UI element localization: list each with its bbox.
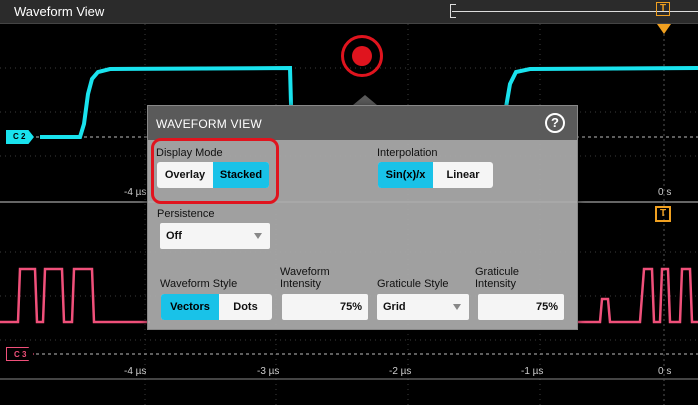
dialog-pointer: [353, 95, 377, 105]
dialog-title: WAVEFORM VIEW: [156, 117, 262, 131]
interpolation-toggle[interactable]: Sin(x)/x Linear: [378, 162, 493, 188]
trigger-indicator-icon[interactable]: T: [655, 206, 671, 222]
record-indicator-icon[interactable]: [341, 35, 383, 77]
graticule-intensity-field[interactable]: 75%: [478, 294, 564, 320]
lower-tick-label: -2 µs: [389, 366, 412, 377]
lower-tick-label: 0 s: [658, 366, 672, 377]
interpolation-label: Interpolation: [377, 147, 438, 159]
upper-tick-label: 0 s: [658, 187, 672, 198]
interpolation-linear[interactable]: Linear: [433, 162, 493, 188]
display-mode-highlight: [151, 138, 279, 204]
waveform-intensity-field[interactable]: 75%: [282, 294, 368, 320]
persistence-label: Persistence: [157, 208, 215, 220]
channel-2-badge[interactable]: C 2: [6, 130, 34, 144]
interpolation-sinx[interactable]: Sin(x)/x: [378, 162, 433, 188]
waveform-style-toggle[interactable]: Vectors Dots: [161, 294, 272, 320]
graticule-style-dropdown[interactable]: Grid: [377, 294, 469, 320]
graticule-style-value: Grid: [383, 301, 406, 313]
record-dot-icon: [352, 46, 372, 66]
lower-tick-label: -4 µs: [124, 366, 147, 377]
waveform-intensity-label: Waveform Intensity: [280, 266, 330, 290]
lower-tick-label: -3 µs: [257, 366, 280, 377]
dropdown-arrow-icon: [254, 233, 262, 239]
persistence-value: Off: [166, 230, 182, 242]
graticule-intensity-label-line1: Graticule: [475, 266, 520, 278]
waveform-style-dots[interactable]: Dots: [219, 294, 272, 320]
graticule-intensity-label: Graticule Intensity: [475, 266, 519, 290]
dialog-header: WAVEFORM VIEW ?: [148, 106, 577, 140]
help-icon[interactable]: ?: [545, 113, 565, 133]
graticule-intensity-value: 75%: [535, 301, 558, 313]
waveform-intensity-label-line2: Intensity: [280, 278, 321, 290]
graticule-style-label: Graticule Style: [377, 278, 449, 290]
waveform-intensity-value: 75%: [339, 301, 362, 313]
title-bar: Waveform View T: [0, 0, 698, 24]
upper-tick-label: -4 µs: [124, 187, 147, 198]
waveform-style-vectors[interactable]: Vectors: [161, 294, 219, 320]
persistence-dropdown[interactable]: Off: [160, 223, 270, 249]
dropdown-arrow-icon: [453, 304, 461, 310]
channel-3-badge[interactable]: C 3: [6, 347, 34, 361]
trigger-position-icon[interactable]: T: [656, 2, 670, 16]
window-title: Waveform View: [14, 4, 105, 19]
waveform-intensity-label-line1: Waveform: [280, 266, 330, 278]
lower-tick-label: -1 µs: [521, 366, 544, 377]
graticule-intensity-label-line2: Intensity: [475, 278, 516, 290]
waveform-style-label: Waveform Style: [160, 278, 238, 290]
